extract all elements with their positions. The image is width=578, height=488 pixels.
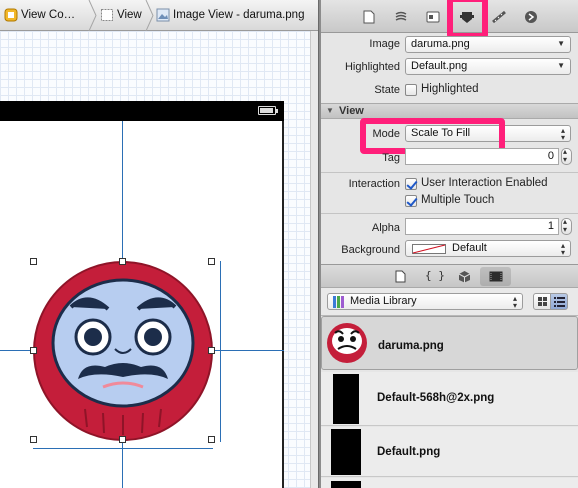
image-thumbnail <box>331 429 361 475</box>
separator <box>321 213 578 214</box>
user-interaction-label: User Interaction Enabled <box>421 177 548 189</box>
background-value: Default <box>452 242 487 254</box>
list-icon <box>554 297 565 307</box>
icon-view-button[interactable] <box>533 293 551 310</box>
highlighted-combo-box[interactable]: Default.png ▼ <box>405 58 571 75</box>
tag-stepper[interactable] <box>561 147 572 165</box>
view-controller-icon <box>4 8 18 22</box>
breadcrumb-item-view[interactable]: View <box>100 8 142 22</box>
popup-arrows-icon: ▴ ▾ <box>560 241 565 257</box>
highlighted-value: Default.png <box>411 60 468 72</box>
tag-field[interactable]: 0 <box>405 148 559 165</box>
chevron-down-icon: ▼ <box>557 61 565 70</box>
resize-handle-top-left[interactable] <box>30 258 37 265</box>
library-item-default-568h[interactable]: Default-568h@2x.png <box>321 372 578 426</box>
user-interaction-checkbox[interactable] <box>405 178 417 190</box>
view-icon <box>100 8 114 22</box>
state-highlighted-label: Highlighted <box>421 83 479 95</box>
quick-help-icon[interactable] <box>393 9 409 25</box>
resize-handle-bottom-right[interactable] <box>208 436 215 443</box>
library-tab-bar: { } <box>321 264 578 288</box>
status-bar <box>0 101 284 121</box>
alpha-field[interactable]: 1 <box>405 218 559 235</box>
breadcrumb-label: Image View - daruma.png <box>173 9 305 21</box>
chevron-down-icon: ▼ <box>557 39 565 48</box>
breadcrumb-label: View Co… <box>21 9 76 21</box>
size-guide-vertical <box>220 261 221 442</box>
image-label: Image <box>369 38 400 50</box>
resize-handle-bottom-left[interactable] <box>30 436 37 443</box>
media-library-icon <box>333 296 344 308</box>
media-library-tab-selected <box>480 267 511 286</box>
library-item-name: Default-568h@2x.png <box>377 392 495 404</box>
resize-handle-bottom[interactable] <box>119 436 126 443</box>
library-source-popup[interactable]: Media Library ▴ ▾ <box>327 293 523 310</box>
multiple-touch-checkbox[interactable] <box>405 195 417 207</box>
attributes-inspector-highlight <box>447 0 488 39</box>
multiple-touch-label: Multiple Touch <box>421 194 495 206</box>
popup-arrows-icon: ▴ ▾ <box>512 294 517 310</box>
popup-arrows-icon: ▴ ▾ <box>560 126 565 142</box>
library-item-name: daruma.png <box>378 340 444 352</box>
state-label: State <box>374 84 400 96</box>
daruma-thumbnail <box>327 323 367 363</box>
library-item-name: Default.png <box>377 446 441 458</box>
object-library-icon[interactable] <box>458 270 471 283</box>
breadcrumb-separator-icon <box>88 0 97 31</box>
highlighted-label: Highlighted <box>344 61 400 73</box>
image-combo-box[interactable]: daruma.png ▼ <box>405 36 571 53</box>
file-template-icon[interactable] <box>395 270 407 283</box>
image-thumbnail <box>331 481 361 488</box>
alpha-stepper[interactable] <box>561 217 572 235</box>
library-source-value: Media Library <box>350 295 417 307</box>
size-inspector-icon[interactable] <box>491 9 507 25</box>
alpha-label: Alpha <box>371 222 400 234</box>
breadcrumb-item-image-view[interactable]: Image View - daruma.png <box>156 8 304 22</box>
breadcrumb: View Co… View Image View - daruma.png <box>0 0 318 31</box>
tag-label: Tag <box>382 152 400 164</box>
connections-inspector-icon[interactable] <box>523 9 539 25</box>
grid-icon <box>538 297 547 306</box>
view-section-title: View <box>339 105 364 117</box>
list-view-button[interactable] <box>550 293 568 310</box>
breadcrumb-label: View <box>117 9 142 21</box>
state-highlighted-checkbox[interactable] <box>405 84 417 96</box>
canvas-scrollbar[interactable] <box>310 31 318 488</box>
view-section-header[interactable]: ▼ View <box>321 103 578 119</box>
background-label: Background <box>341 244 400 256</box>
resize-handle-left[interactable] <box>30 347 37 354</box>
code-snippet-icon[interactable]: { } <box>425 269 445 282</box>
resize-handle-top[interactable] <box>119 258 126 265</box>
identity-inspector-icon[interactable] <box>425 9 441 25</box>
library-item-daruma[interactable]: daruma.png <box>321 316 578 370</box>
resize-handle-right[interactable] <box>208 347 215 354</box>
library-item-default[interactable]: Default.png <box>321 427 578 477</box>
file-inspector-icon[interactable] <box>361 9 377 25</box>
interaction-label: Interaction <box>348 178 400 190</box>
disclosure-triangle-icon[interactable]: ▼ <box>326 106 334 115</box>
image-value: daruma.png <box>411 38 470 50</box>
image-view-icon <box>156 8 170 22</box>
library-item-partial[interactable] <box>321 478 578 488</box>
storyboard-canvas[interactable] <box>0 31 310 488</box>
image-thumbnail <box>333 374 359 424</box>
size-guide-horizontal <box>33 448 213 449</box>
breadcrumb-separator-icon <box>145 0 154 31</box>
resize-handle-top-right[interactable] <box>208 258 215 265</box>
inspector-tab-bar <box>321 0 578 39</box>
battery-icon <box>258 106 278 115</box>
utilities-pane: Image daruma.png ▼ Highlighted Default.p… <box>321 0 578 488</box>
color-swatch-icon <box>412 244 446 254</box>
library-toolbar: Media Library ▴ ▾ <box>321 288 578 316</box>
background-color-popup[interactable]: Default ▴ ▾ <box>405 240 571 257</box>
daruma-image-view[interactable] <box>33 261 213 441</box>
breadcrumb-item-view-controller[interactable]: View Co… <box>4 8 75 22</box>
separator <box>321 172 578 173</box>
